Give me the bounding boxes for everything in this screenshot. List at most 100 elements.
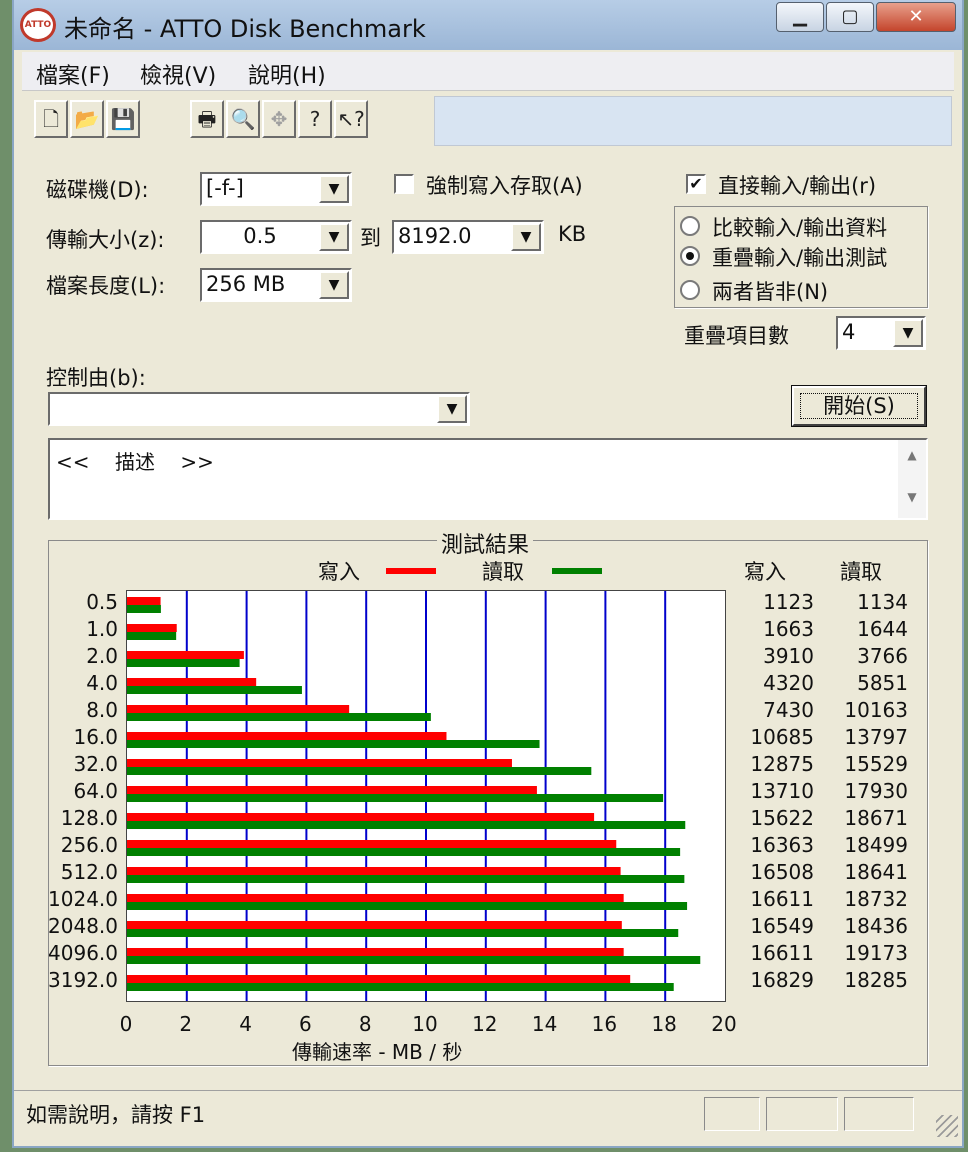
open-folder-icon[interactable]: 📂	[70, 100, 104, 138]
write-value: 3910	[763, 644, 814, 668]
status-pane-1	[704, 1097, 760, 1131]
x-tick-label: 2	[179, 1012, 193, 1036]
y-tick-label: 3192.0	[48, 968, 118, 992]
write-bar	[127, 786, 537, 794]
close-button[interactable]: ✕	[876, 2, 956, 32]
controlled-by-select[interactable]: ▼	[48, 392, 470, 426]
results-title: 測試結果	[437, 527, 534, 559]
x-tick-label: 0	[119, 1012, 133, 1036]
scroll-up-icon[interactable]: ▲	[898, 448, 926, 462]
write-bar	[127, 948, 624, 956]
x-tick-label: 12	[472, 1012, 498, 1036]
transfer-to-select[interactable]: 8192.0 ▼	[392, 220, 544, 254]
read-bar	[127, 740, 540, 748]
transfer-from-select[interactable]: 0.5 ▼	[200, 220, 352, 254]
focus-rect	[800, 393, 918, 419]
radio-neither[interactable]	[680, 280, 700, 300]
kb-label: KB	[558, 222, 587, 246]
read-value: 1134	[857, 590, 908, 614]
read-value: 18436	[844, 914, 908, 938]
toolbar: 🗋 📂 💾 🖶 🔍 ✥ ? ↖?	[22, 94, 954, 154]
read-value: 3766	[857, 644, 908, 668]
help-icon[interactable]: ?	[298, 100, 332, 138]
chevron-down-icon[interactable]: ▼	[319, 223, 349, 251]
y-tick-label: 1.0	[86, 617, 118, 641]
resize-grip-icon[interactable]	[936, 1115, 958, 1137]
x-tick-label: 4	[239, 1012, 252, 1036]
write-value: 16829	[750, 968, 814, 992]
chevron-down-icon[interactable]: ▼	[319, 175, 349, 203]
queue-depth-label: 重疊項目數	[684, 324, 789, 348]
start-button[interactable]: 開始(S)	[791, 385, 927, 427]
write-value: 16508	[750, 860, 814, 884]
force-write-checkbox[interactable]	[394, 174, 414, 194]
x-tick-label: 14	[531, 1012, 558, 1036]
read-value: 1644	[857, 617, 908, 641]
y-tick-label: 4.0	[86, 671, 118, 695]
read-bar	[127, 875, 685, 883]
read-value: 17930	[844, 779, 908, 803]
status-pane-2	[766, 1097, 838, 1131]
read-bar	[127, 605, 161, 613]
context-help-icon[interactable]: ↖?	[334, 100, 368, 138]
file-length-select[interactable]: 256 MB ▼	[200, 268, 352, 302]
column-write-header: 寫入	[744, 560, 786, 584]
write-bar	[127, 759, 512, 767]
write-value: 4320	[763, 671, 814, 695]
print-icon[interactable]: 🖶	[190, 100, 224, 138]
read-bar	[127, 632, 177, 640]
read-value: 18671	[844, 806, 908, 830]
drive-label: 磁碟機(D):	[46, 178, 149, 202]
scroll-down-icon[interactable]: ▼	[898, 490, 926, 504]
read-bar	[127, 713, 431, 721]
read-bar	[127, 902, 688, 910]
queue-depth-select[interactable]: 4 ▼	[836, 316, 926, 350]
window-title: 未命名 - ATTO Disk Benchmark	[64, 15, 426, 43]
chevron-down-icon[interactable]: ▼	[893, 319, 923, 347]
y-tick-label: 4096.0	[48, 941, 118, 965]
menu-file[interactable]: 檔案(F)	[36, 58, 110, 90]
write-bar	[127, 867, 621, 875]
drive-select[interactable]: [-f-] ▼	[200, 172, 352, 206]
minimize-button[interactable]: ▁	[776, 2, 824, 32]
chevron-down-icon[interactable]: ▼	[437, 395, 467, 423]
chevron-down-icon[interactable]: ▼	[511, 223, 541, 251]
menu-bar: 檔案(F) 檢視(V) 說明(H)	[22, 52, 954, 91]
print-preview-icon[interactable]: 🔍	[226, 100, 260, 138]
direct-io-checkbox[interactable]: ✔	[686, 174, 706, 194]
write-bar	[127, 921, 622, 929]
read-bar	[127, 983, 674, 991]
read-value: 15529	[844, 752, 908, 776]
toolbar-spacer	[434, 96, 952, 146]
title-bar[interactable]: ATTO 未命名 - ATTO Disk Benchmark ▁ ▢ ✕	[14, 0, 962, 50]
status-pane-3	[844, 1097, 914, 1131]
write-bar	[127, 705, 350, 713]
radio-compare-io[interactable]	[680, 216, 700, 236]
chevron-down-icon[interactable]: ▼	[319, 271, 349, 299]
description-text: << 描述 >>	[56, 450, 214, 474]
save-disk-icon[interactable]: 💾	[106, 100, 140, 138]
read-bar	[127, 794, 664, 802]
new-file-icon[interactable]: 🗋	[34, 100, 68, 138]
radio-overlapped-io[interactable]	[680, 246, 700, 266]
chart-plot-area	[126, 590, 726, 1002]
bar-chart	[127, 591, 701, 1001]
menu-help[interactable]: 說明(H)	[248, 58, 326, 90]
maximize-button[interactable]: ▢	[826, 2, 874, 32]
status-text: 如需說明，請按 F1	[26, 1103, 206, 1127]
write-bar	[127, 732, 447, 740]
read-bar	[127, 767, 592, 775]
column-read-header: 讀取	[840, 560, 882, 584]
description-scrollbar[interactable]: ▲ ▼	[898, 440, 926, 518]
read-bar	[127, 821, 686, 829]
y-tick-label: 128.0	[60, 806, 118, 830]
write-value: 16363	[750, 833, 814, 857]
menu-view[interactable]: 檢視(V)	[140, 58, 216, 90]
description-box[interactable]: << 描述 >> ▲ ▼	[48, 438, 928, 520]
write-value: 1663	[763, 617, 814, 641]
x-tick-label: 10	[412, 1012, 438, 1036]
y-tick-label: 2048.0	[48, 914, 118, 938]
read-value: 18732	[844, 887, 908, 911]
atto-app-icon[interactable]: ATTO	[20, 8, 56, 42]
transfer-size-label: 傳輸大小(z):	[46, 228, 165, 252]
